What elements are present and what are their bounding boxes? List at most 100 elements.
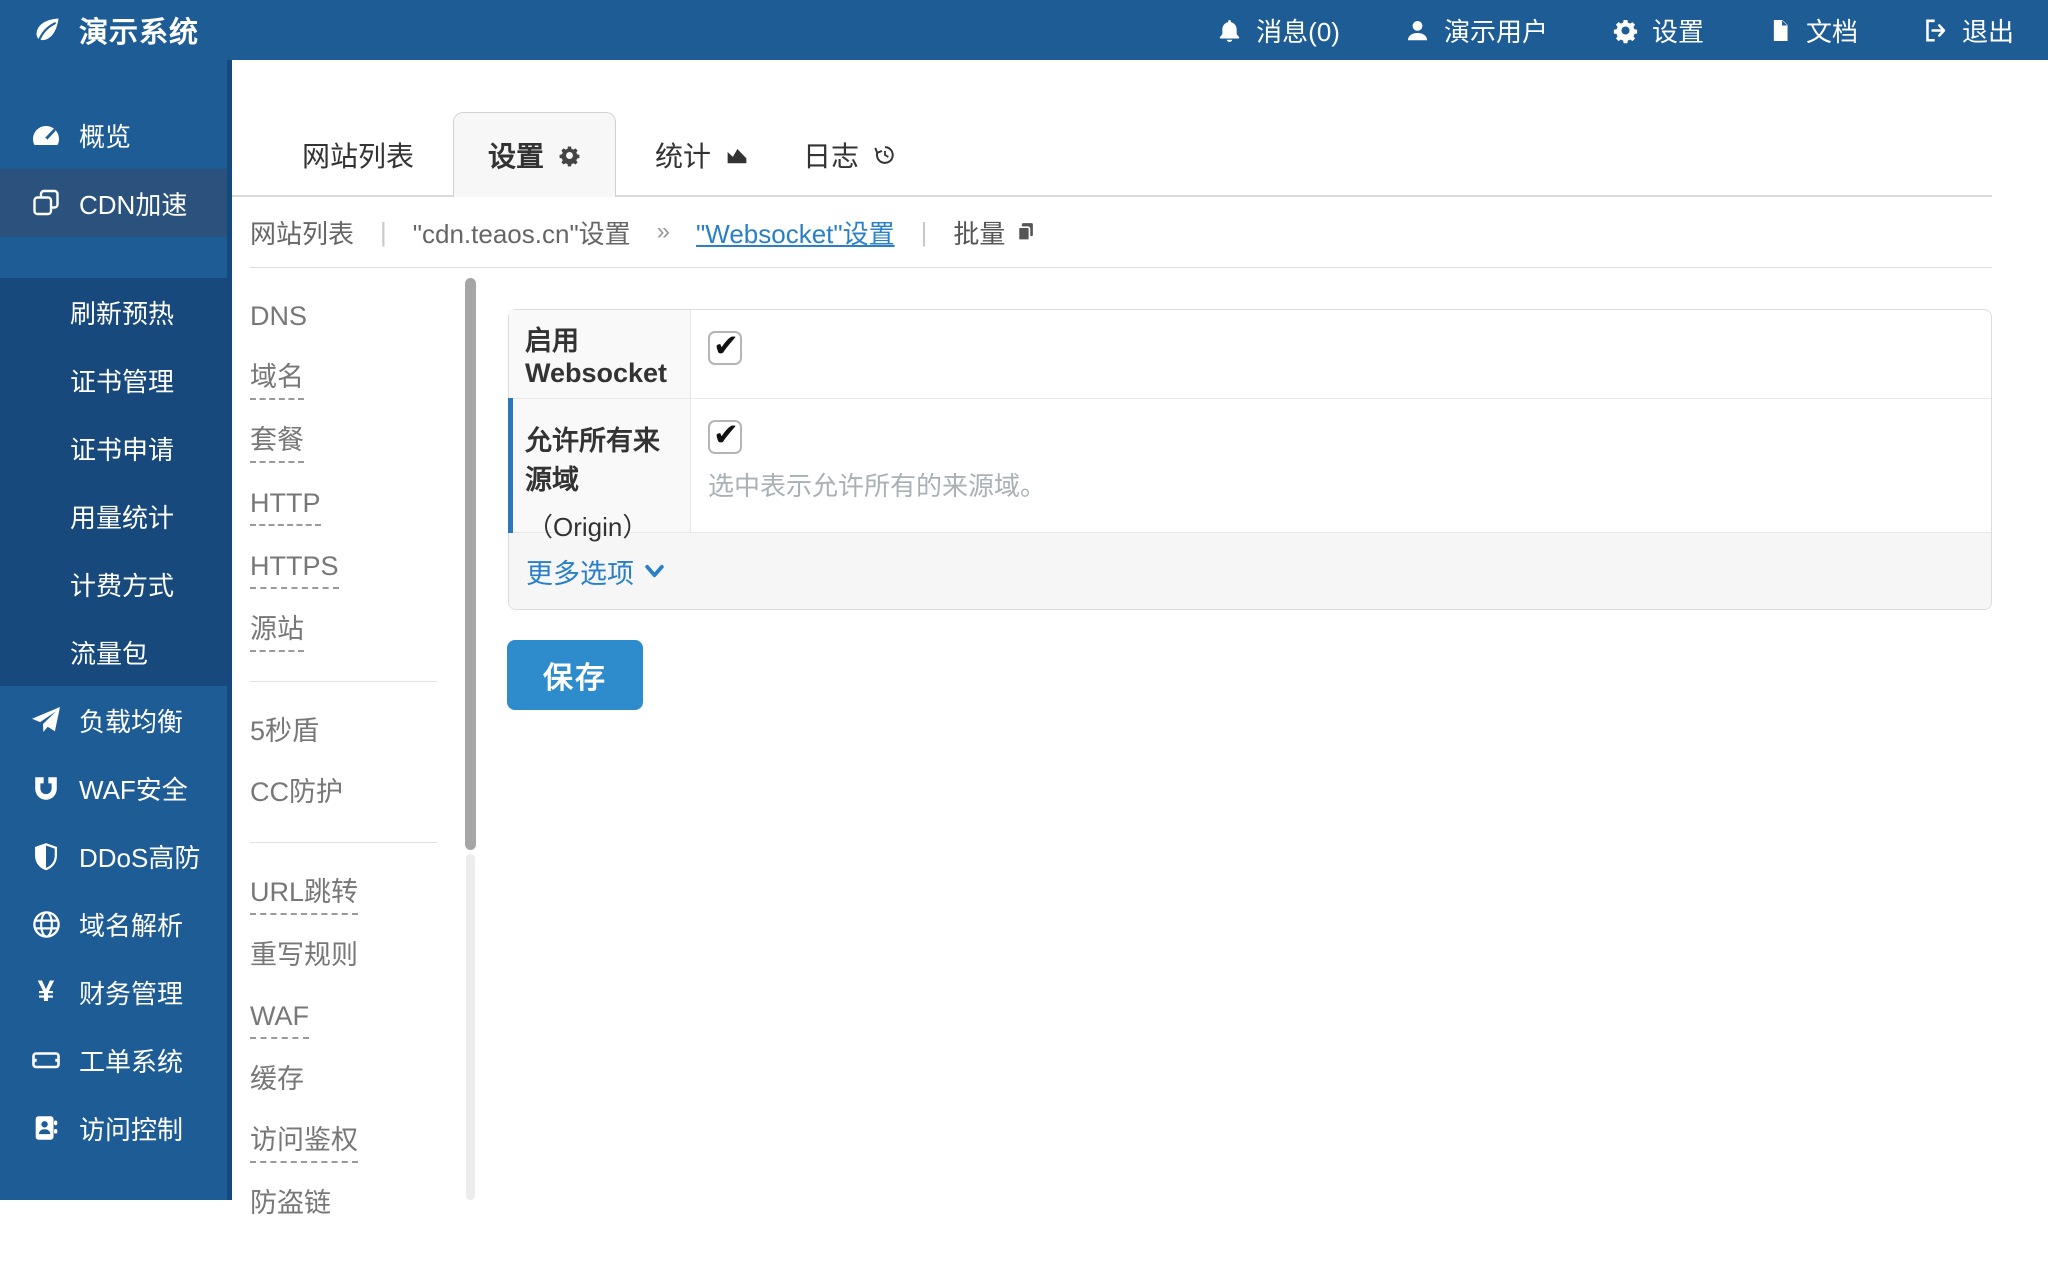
user-icon [1404,17,1431,44]
save-button[interactable]: 保存 [507,640,643,710]
gear-icon [558,144,581,167]
sidebar-item-label: 证书管理 [70,362,174,399]
form-label-text: 启用Websocket [525,319,680,389]
form-label-text: 允许所有来源域 [525,419,680,497]
sidebar-item-label: 用量统计 [70,498,174,535]
settings-menu: DNS 域名 套餐 HTTP HTTPS 源站 5秒盾 CC防护 URL跳转 重… [250,300,440,1286]
form-value [691,310,1991,398]
settings-menu-item-origin[interactable]: 源站 [250,613,304,652]
form-label-subtext: （Origin） [525,507,680,544]
settings-menu-scrollbar[interactable] [465,278,476,1200]
sidebar-item-dns-resolve[interactable]: 域名解析 [0,890,232,958]
breadcrumb-site-settings[interactable]: "cdn.teaos.cn"设置 [413,214,631,251]
sidebar-item-cdn[interactable]: CDN加速 [0,169,232,237]
settings-menu-item-waf[interactable]: WAF [250,1000,309,1039]
settings-menu-item-cc-protect[interactable]: CC防护 [250,776,343,813]
sidebar-item-label: 概览 [79,117,131,154]
tab-label: 网站列表 [302,135,414,175]
sidebar-item-overview[interactable]: 概览 [0,101,232,169]
sidebar-item-label: DDoS高防 [79,838,200,875]
topbar-user[interactable]: 演示用户 [1404,12,1548,49]
gear-icon [1612,17,1639,44]
breadcrumb-arrow: » [657,218,670,246]
tab-settings[interactable]: 设置 [453,112,616,197]
settings-menu-item-hotlink-protect[interactable]: 防盗链 [250,1187,331,1224]
idcard-icon [28,1113,64,1143]
settings-menu-item-5s-shield[interactable]: 5秒盾 [250,715,319,752]
sidebar-item-label: 工单系统 [79,1042,183,1079]
shield-icon [28,841,64,871]
copy-icon [1015,221,1037,243]
sidebar-item-billing-mode[interactable]: 计费方式 [0,550,232,618]
topbar-logout[interactable]: 退出 [1922,12,2014,49]
sidebar-item-traffic-package[interactable]: 流量包 [0,618,232,686]
tab-logs[interactable]: 日志 [776,112,924,197]
settings-body: DNS 域名 套餐 HTTP HTTPS 源站 5秒盾 CC防护 URL跳转 重… [232,268,2048,1200]
brand-logo[interactable]: 演示系统 [30,9,199,51]
brand-title: 演示系统 [79,9,199,51]
tab-statistics[interactable]: 统计 [628,112,776,197]
ticket-icon [28,1044,64,1076]
breadcrumb-websocket-settings[interactable]: "Websocket"设置 [696,214,895,251]
topbar-settings[interactable]: 设置 [1612,12,1704,49]
settings-menu-group-protection: 5秒盾 CC防护 [250,715,437,843]
allow-all-origins-checkbox[interactable] [708,420,742,454]
sidebar-item-label: 访问控制 [79,1110,183,1147]
topbar-messages[interactable]: 消息(0) [1216,12,1340,49]
chevron-down-icon [644,562,665,580]
sidebar-item-ddos[interactable]: DDoS高防 [0,822,232,890]
sidebar-item-tickets[interactable]: 工单系统 [0,1026,232,1094]
scrollbar-thumb[interactable] [465,278,476,850]
settings-menu-item-rewrite-rules[interactable]: 重写规则 [250,939,358,976]
sidebar-item-label: 财务管理 [79,974,183,1011]
enable-websocket-checkbox[interactable] [708,331,742,365]
websocket-settings-panel: 启用Websocket 允许所有来源域 （Origin） 选中表示允许所有的来源… [508,309,1992,610]
file-icon [1768,17,1793,44]
history-icon [873,143,897,167]
settings-menu-item-access-auth[interactable]: 访问鉴权 [250,1124,358,1163]
settings-menu-item-cache[interactable]: 缓存 [250,1063,304,1100]
leaf-icon [30,13,64,47]
settings-menu-item-https[interactable]: HTTPS [250,550,339,589]
more-options-link[interactable]: 更多选项 [526,552,665,591]
sidebar-item-refresh-preheat[interactable]: 刷新预热 [0,278,232,346]
settings-menu-item-dns[interactable]: DNS [250,300,307,337]
tab-label: 统计 [655,135,711,175]
sidebar-item-load-balance[interactable]: 负载均衡 [0,686,232,754]
breadcrumb-separator: | [921,217,928,248]
topbar-settings-label: 设置 [1652,12,1704,49]
sidebar-item-finance[interactable]: ¥ 财务管理 [0,958,232,1026]
topbar-docs[interactable]: 文档 [1768,12,1858,49]
more-options-label: 更多选项 [526,552,634,591]
topbar-messages-label: 消息(0) [1256,12,1340,49]
sidebar-item-label: 域名解析 [79,906,183,943]
scrollbar-track [466,854,475,1200]
area-chart-icon [725,143,749,167]
yen-icon: ¥ [28,977,64,1007]
topbar-user-label: 演示用户 [1444,12,1548,49]
gauge-icon [28,119,64,151]
form-label: 启用Websocket [509,310,691,398]
sidebar-item-cert-manage[interactable]: 证书管理 [0,346,232,414]
tab-site-list[interactable]: 网站列表 [275,112,441,197]
topbar-docs-label: 文档 [1806,12,1858,49]
settings-menu-item-url-redirect[interactable]: URL跳转 [250,876,358,915]
sidebar-item-access-control[interactable]: 访问控制 [0,1094,232,1162]
settings-menu-item-domain[interactable]: 域名 [250,361,304,400]
breadcrumb-separator: | [380,217,387,248]
sidebar-item-label: 负载均衡 [79,702,183,739]
settings-menu-item-http[interactable]: HTTP [250,487,321,526]
sidebar-item-waf[interactable]: WAF安全 [0,754,232,822]
sidebar-item-usage-stats[interactable]: 用量统计 [0,482,232,550]
panel-footer: 更多选项 [509,533,1991,609]
topbar: 演示系统 消息(0) 演示用户 设置 文档 [0,0,2048,60]
sidebar-item-cert-apply[interactable]: 证书申请 [0,414,232,482]
breadcrumb-batch[interactable]: 批量 [953,214,1037,251]
signout-icon [1922,17,1949,44]
breadcrumb-site-list[interactable]: 网站列表 [250,214,354,251]
settings-menu-item-plan[interactable]: 套餐 [250,424,304,463]
sidebar-item-label: CDN加速 [79,185,187,222]
form-value: 选中表示允许所有的来源域。 [691,399,1991,532]
settings-menu-group-advanced: URL跳转 重写规则 WAF 缓存 访问鉴权 防盗链 [250,876,437,1253]
sidebar-item-label: 流量包 [70,634,148,671]
